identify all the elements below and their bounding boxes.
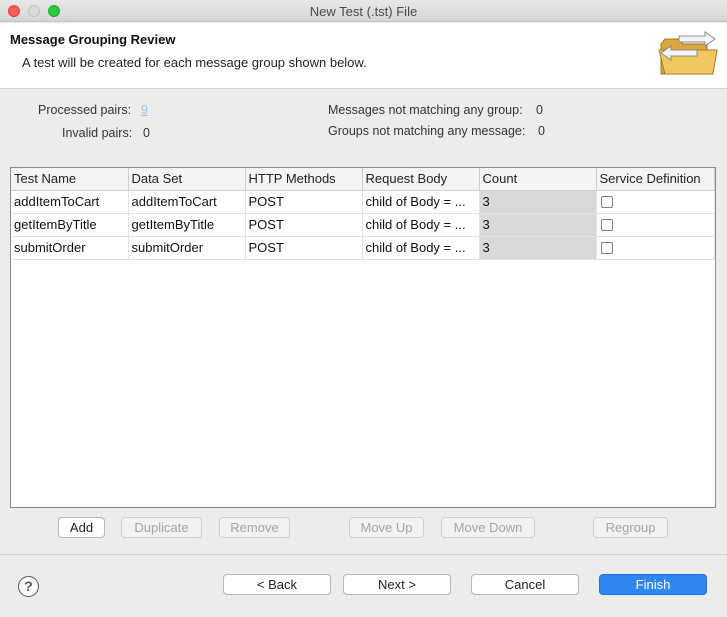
next-button[interactable]: Next >	[343, 574, 451, 595]
page-description: A test will be created for each message …	[22, 55, 367, 70]
service-definition-checkbox[interactable]	[600, 218, 613, 231]
messages-not-matching-value: 0	[536, 103, 543, 117]
test-name-cell[interactable]: submitOrder	[11, 236, 129, 260]
footer-separator	[0, 554, 727, 555]
request-body-cell[interactable]: child of Body = ...	[362, 236, 480, 260]
invalid-pairs-label: Invalid pairs:	[62, 126, 133, 140]
table-header-row: Test Name Data Set HTTP Methods Request …	[11, 168, 715, 191]
duplicate-button[interactable]: Duplicate	[121, 517, 202, 538]
data-set-cell[interactable]: addItemToCart	[128, 190, 246, 214]
message-groups-table[interactable]: Test Name Data Set HTTP Methods Request …	[10, 167, 716, 508]
service-definition-cell	[596, 213, 715, 237]
column-header-request-body[interactable]: Request Body	[362, 168, 480, 191]
folder-arrows-icon	[658, 31, 718, 75]
http-methods-cell[interactable]: POST	[245, 190, 363, 214]
service-definition-cell	[596, 236, 715, 260]
column-header-count[interactable]: Count	[479, 168, 597, 191]
title-bar: New Test (.tst) File	[0, 0, 727, 22]
groups-not-matching-label: Groups not matching any message:	[328, 124, 526, 138]
move-up-button[interactable]: Move Up	[349, 517, 424, 538]
add-button[interactable]: Add	[58, 517, 105, 538]
move-down-button[interactable]: Move Down	[441, 517, 535, 538]
remove-button[interactable]: Remove	[219, 517, 290, 538]
regroup-button[interactable]: Regroup	[593, 517, 668, 538]
groups-not-matching-value: 0	[538, 124, 545, 138]
column-header-data-set[interactable]: Data Set	[128, 168, 246, 191]
invalid-pairs-value: 0	[143, 126, 150, 140]
count-cell: 3	[479, 236, 597, 260]
header-banner: Message Grouping Review A test will be c…	[0, 23, 727, 89]
test-name-cell[interactable]: addItemToCart	[11, 190, 129, 214]
count-cell: 3	[479, 190, 597, 214]
table-row[interactable]: getItemByTitle getItemByTitle POST child…	[11, 213, 715, 237]
column-header-http-methods[interactable]: HTTP Methods	[245, 168, 363, 191]
finish-button[interactable]: Finish	[599, 574, 707, 595]
service-definition-cell	[596, 190, 715, 214]
back-button[interactable]: < Back	[223, 574, 331, 595]
service-definition-checkbox[interactable]	[600, 195, 613, 208]
messages-not-matching-label: Messages not matching any group:	[328, 103, 523, 117]
table-row[interactable]: submitOrder submitOrder POST child of Bo…	[11, 236, 715, 260]
count-cell: 3	[479, 213, 597, 237]
http-methods-cell[interactable]: POST	[245, 236, 363, 260]
request-body-cell[interactable]: child of Body = ...	[362, 190, 480, 214]
request-body-cell[interactable]: child of Body = ...	[362, 213, 480, 237]
column-header-service-definition[interactable]: Service Definition	[596, 168, 715, 191]
help-icon[interactable]: ?	[18, 576, 39, 597]
cancel-button[interactable]: Cancel	[471, 574, 579, 595]
service-definition-checkbox[interactable]	[600, 241, 613, 254]
page-title: Message Grouping Review	[10, 32, 176, 47]
data-set-cell[interactable]: submitOrder	[128, 236, 246, 260]
http-methods-cell[interactable]: POST	[245, 213, 363, 237]
table-row[interactable]: addItemToCart addItemToCart POST child o…	[11, 190, 715, 214]
window-title: New Test (.tst) File	[309, 4, 418, 19]
test-name-cell[interactable]: getItemByTitle	[11, 213, 129, 237]
processed-pairs-label: Processed pairs:	[38, 103, 132, 117]
column-header-test-name[interactable]: Test Name	[11, 168, 129, 191]
dialog-window: New Test (.tst) File Message Grouping Re…	[0, 0, 727, 617]
processed-pairs-link[interactable]: 9	[141, 103, 148, 117]
data-set-cell[interactable]: getItemByTitle	[128, 213, 246, 237]
